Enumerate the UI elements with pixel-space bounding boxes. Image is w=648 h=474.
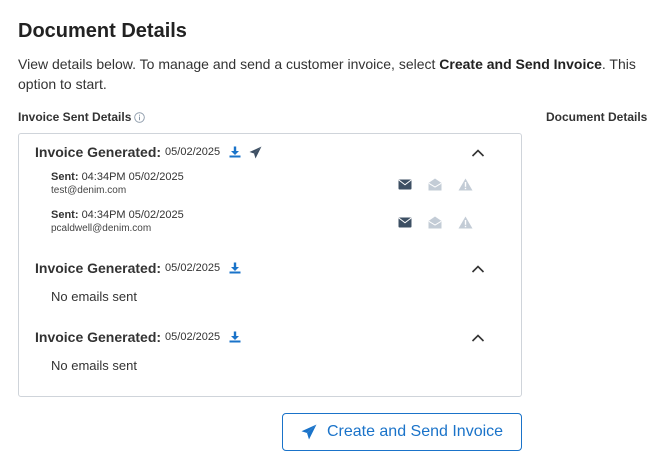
invoice-generated-date: 05/02/2025 (165, 262, 221, 274)
warning-triangle-icon (457, 215, 473, 229)
email-status-icons (397, 177, 487, 191)
invoice-generated-date: 05/02/2025 (165, 146, 221, 158)
paper-plane-icon (301, 424, 317, 440)
download-icon[interactable] (228, 330, 242, 344)
envelope-closed-icon (397, 177, 413, 191)
download-icon[interactable] (228, 145, 242, 159)
create-and-send-invoice-label: Create and Send Invoice (326, 423, 504, 440)
invoice-generated-date: 05/02/2025 (165, 331, 221, 343)
download-icon[interactable] (228, 261, 242, 275)
invoice-group-header: Invoice Generated: 05/02/2025 (35, 329, 242, 345)
page-title: Document Details (18, 20, 187, 42)
paper-plane-icon[interactable] (248, 145, 262, 159)
chevron-up-icon[interactable] (471, 333, 485, 343)
invoice-generated-label: Invoice Generated: (35, 144, 162, 160)
email-sent-timestamp: 04:34PM 05/02/2025 (81, 171, 184, 183)
invoice-group-header: Invoice Generated: 05/02/2025 (35, 144, 262, 160)
envelope-open-icon (427, 215, 443, 229)
warning-triangle-icon (457, 177, 473, 191)
intro-text: View details below. To manage and send a… (18, 54, 643, 94)
document-details-label: Document Details (546, 110, 648, 124)
invoice-sent-details-text: Invoice Sent Details (18, 110, 132, 124)
email-sent-row: Sent: 04:34PM 05/02/2025 pcaldwell@denim… (51, 209, 491, 239)
chevron-up-icon[interactable] (471, 148, 485, 158)
chevron-up-icon[interactable] (471, 264, 485, 274)
create-and-send-invoice-button[interactable]: Create and Send Invoice (282, 413, 522, 451)
no-emails-text: No emails sent (51, 358, 137, 373)
invoice-sent-details-panel: Invoice Generated: 05/02/2025 Sent: 04:3… (18, 133, 522, 397)
invoice-generated-label: Invoice Generated: (35, 329, 162, 345)
info-circle-icon[interactable] (134, 111, 146, 123)
envelope-open-icon (427, 177, 443, 191)
invoice-generated-label: Invoice Generated: (35, 260, 162, 276)
email-sent-label: Sent: (51, 209, 79, 221)
invoice-sent-details-label: Invoice Sent Details (18, 110, 146, 124)
email-status-icons (397, 215, 487, 229)
email-sent-timestamp: 04:34PM 05/02/2025 (81, 209, 184, 221)
email-sent-row: Sent: 04:34PM 05/02/2025 test@denim.com (51, 171, 491, 201)
intro-text-start: View details below. To manage and send a… (18, 56, 440, 72)
no-emails-text: No emails sent (51, 289, 137, 304)
email-sent-label: Sent: (51, 171, 79, 183)
invoice-group-header: Invoice Generated: 05/02/2025 (35, 260, 242, 276)
intro-text-emphasis: Create and Send Invoice (439, 56, 602, 72)
envelope-closed-icon (397, 215, 413, 229)
